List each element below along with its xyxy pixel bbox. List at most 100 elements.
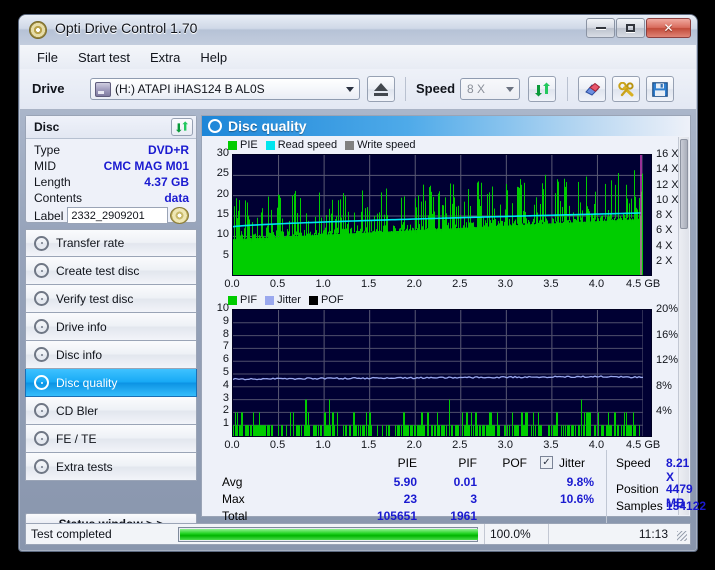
- menu-item-help[interactable]: Help: [191, 47, 236, 68]
- legend-item-pif: PIF: [228, 294, 257, 306]
- axis-tick: 3.5: [543, 439, 559, 451]
- page-title: Disc quality: [228, 118, 307, 134]
- sidebar-label: FE / TE: [56, 431, 97, 446]
- results-row-label-max: Max: [222, 492, 245, 506]
- axis-tick: 8 X: [656, 209, 673, 221]
- refresh-icon: [176, 121, 188, 133]
- sidebar-label: Disc quality: [56, 375, 118, 390]
- title-bar[interactable]: Opti Drive Control 1.70 ✕: [19, 15, 697, 45]
- minimize-icon: [595, 27, 606, 29]
- axis-tick: 1: [222, 417, 229, 430]
- sidebar-item-disc-quality[interactable]: Disc quality: [25, 369, 197, 397]
- results-total-pie: 105651: [376, 509, 417, 523]
- navigation-list: Transfer rate Create test disc Verify te…: [25, 229, 197, 481]
- speed-select[interactable]: 8 X: [460, 78, 520, 100]
- legend-item-jitter: Jitter: [265, 294, 301, 306]
- axis-tick: 4 X: [656, 239, 673, 252]
- disc-row-label: Label 2332_2909201: [34, 206, 189, 225]
- refresh-button[interactable]: [528, 76, 556, 102]
- disc-key-label: Label: [34, 208, 64, 223]
- menu-item-extra[interactable]: Extra: [141, 47, 189, 68]
- disc-icon: [34, 459, 49, 474]
- axis-tick: 1.5: [361, 278, 377, 290]
- erase-button[interactable]: [578, 76, 606, 102]
- eject-button[interactable]: [367, 76, 395, 102]
- axis-tick: 15: [216, 208, 229, 220]
- axis-tick: 20: [216, 187, 229, 200]
- progress-percent-section: 100.0%: [484, 524, 549, 544]
- wrench-icon: [617, 81, 634, 96]
- disc-panel-title: Disc: [34, 120, 60, 134]
- minimize-button[interactable]: [586, 18, 615, 38]
- toolbar-divider-2: [567, 77, 568, 101]
- axis-tick: 14 X: [656, 163, 679, 176]
- legend-item-write-speed: Write speed: [345, 139, 416, 151]
- sidebar-label: Transfer rate: [56, 236, 125, 250]
- disc-refresh-button[interactable]: [171, 118, 193, 136]
- sidebar-label: Disc info: [56, 347, 103, 362]
- close-button[interactable]: ✕: [646, 18, 691, 38]
- jitter-checkbox[interactable]: ✓: [540, 456, 553, 469]
- sidebar-item-drive-info[interactable]: Drive info: [25, 313, 197, 341]
- scrollbar-thumb[interactable]: [680, 139, 688, 229]
- results-divider: [606, 450, 607, 528]
- disc-quality-pane: Disc quality PIE Read speed Write speed …: [201, 115, 706, 528]
- axis-tick: 3.0: [497, 278, 513, 290]
- sidebar-item-extra-tests[interactable]: Extra tests: [25, 453, 197, 481]
- axis-tick: 1.0: [315, 278, 331, 290]
- pane-header: Disc quality: [202, 116, 690, 136]
- floppy-save-icon: [652, 81, 668, 97]
- legend-item-pof: POF: [308, 294, 344, 306]
- sidebar-label: Extra tests: [56, 459, 113, 474]
- legend-swatch: [265, 140, 275, 150]
- menu-item-file[interactable]: File: [28, 47, 67, 68]
- disc-panel-header: Disc: [26, 116, 196, 139]
- screen: Opti Drive Control 1.70 ✕ File Start tes…: [0, 0, 715, 570]
- axis-tick: 30: [216, 147, 229, 159]
- drive-icon: [95, 82, 111, 97]
- sidebar-item-verify-test-disc[interactable]: Verify test disc: [25, 285, 197, 313]
- results-col-pof: POF: [502, 456, 527, 470]
- sidebar-item-create-test-disc[interactable]: Create test disc: [25, 257, 197, 285]
- axis-tick: 8%: [656, 379, 672, 392]
- disc-label-input[interactable]: 2332_2909201: [67, 207, 168, 224]
- menu-item-start-test[interactable]: Start test: [69, 47, 139, 68]
- disc-icon: [34, 235, 49, 251]
- sidebar-item-cd-bler[interactable]: CD Bler: [25, 397, 197, 425]
- time-section: 11:13: [548, 524, 690, 544]
- left-pane: Disc Type DVD+R MID CMC MAG M01 Length 4…: [25, 115, 197, 535]
- chart-top-legend: PIE Read speed Write speed: [228, 139, 416, 151]
- legend-label: Jitter: [277, 294, 301, 306]
- disc-value-type: DVD+R: [147, 142, 189, 157]
- axis-tick: 6: [222, 353, 229, 366]
- disc-row-contents: Contents data: [34, 190, 189, 205]
- axis-tick: 4.0: [588, 278, 605, 290]
- axis-tick: 6 X: [656, 224, 673, 237]
- disc-value-contents: data: [164, 190, 189, 205]
- drive-select[interactable]: (H:) ATAPI iHAS124 B AL0S: [90, 78, 360, 100]
- axis-tick: 16%: [656, 328, 679, 341]
- resize-grip[interactable]: [677, 531, 687, 541]
- maximize-button[interactable]: [616, 18, 645, 38]
- axis-tick: 0.5: [269, 439, 286, 451]
- disc-icon: [29, 21, 47, 39]
- toolbar-divider-1: [405, 77, 406, 101]
- maximize-icon: [626, 24, 635, 32]
- axis-tick: 4.0: [588, 439, 605, 451]
- legend-swatch: [345, 140, 355, 150]
- sidebar-label: Create test disc: [56, 263, 140, 278]
- axis-tick: 12%: [656, 354, 679, 367]
- tools-button[interactable]: [612, 76, 640, 102]
- sidebar-item-disc-info[interactable]: Disc info: [25, 341, 197, 369]
- disc-label-icon[interactable]: [170, 207, 189, 224]
- sidebar-label: Drive info: [56, 319, 107, 334]
- results-row-label-avg: Avg: [222, 475, 243, 489]
- sidebar-item-transfer-rate[interactable]: Transfer rate: [25, 229, 197, 257]
- legend-label: POF: [320, 294, 344, 306]
- axis-tick: 2.0: [406, 278, 422, 290]
- disc-value-length: 4.37 GB: [144, 174, 189, 189]
- save-button[interactable]: [646, 76, 674, 102]
- application-window: Opti Drive Control 1.70 ✕ File Start tes…: [18, 14, 706, 552]
- sidebar-item-fe-te[interactable]: FE / TE: [25, 425, 197, 453]
- close-icon: ✕: [663, 21, 674, 35]
